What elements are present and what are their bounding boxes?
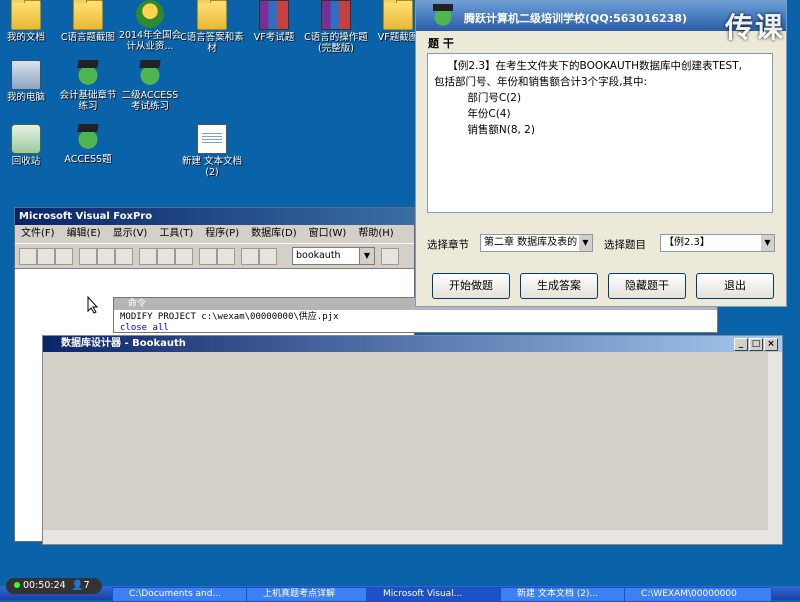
chapter-select[interactable]: 第二章 数据库及表的 ▼ [480,234,593,252]
vfp-title-bar[interactable]: Microsoft Visual FoxPro [15,208,414,225]
vertical-scrollbar[interactable] [768,352,782,544]
app-icon [74,60,102,88]
menu-file[interactable]: 文件(F) [15,225,61,243]
menu-database[interactable]: 数据库(D) [245,225,303,243]
app-icon [136,60,164,88]
paste-icon[interactable] [175,248,193,265]
database-combo[interactable]: bookauth ▼ [292,247,375,265]
desktop-icon-c-answers[interactable]: C语言答案和素材 [180,0,244,54]
chevron-down-icon[interactable]: ▼ [761,235,774,251]
topic-label: 选择题目 [604,239,646,251]
desktop-icon-my-computer[interactable]: 我的电脑 [0,60,58,103]
desktop-icon-vf-exam[interactable]: VF考试题 [242,0,306,43]
print-icon[interactable] [79,248,97,265]
menu-program[interactable]: 程序(P) [199,225,245,243]
menu-tools[interactable]: 工具(T) [153,225,199,243]
minimize-button[interactable]: _ [734,338,748,351]
watermark-logo: 传课 [725,11,786,44]
desktop-icon-c-operations[interactable]: C语言的操作题(完整版) [304,0,368,54]
folder-icon [383,0,413,30]
app-icon [136,0,164,28]
print-preview-icon[interactable] [97,248,115,265]
topic-select[interactable]: 【例2.3】 ▼ [660,234,775,252]
cut-icon[interactable] [139,248,157,265]
taskbar: C:\Documents and... 上机真题考点详解 Microsoft V… [0,586,800,602]
generate-answer-button[interactable]: 生成答案 [520,273,598,299]
command-window-icon[interactable] [381,248,399,265]
horizontal-scrollbar[interactable] [43,530,768,544]
computer-icon [11,60,41,90]
recording-dot-icon [14,582,20,588]
question-label: 题 干 [428,37,454,50]
recording-timer: 00:50:24 👤7 [6,578,102,594]
designer-title-bar[interactable]: 数据库设计器 - Bookauth _ □ × [43,336,782,352]
close-button[interactable]: × [764,338,778,351]
folder-icon [197,0,227,30]
desktop-icon-new-text-doc[interactable]: 新建 文本文档 (2) [180,124,244,178]
maximize-button[interactable]: □ [749,338,763,351]
redo-icon[interactable] [217,248,235,265]
menu-view[interactable]: 显示(V) [107,225,154,243]
start-button[interactable]: 开始做题 [432,273,510,299]
desktop-icon-c-screenshots[interactable]: C语言题截图 [56,0,120,43]
desktop-icon-access-questions[interactable]: ACCESS题 [56,124,120,165]
database-designer-window[interactable]: 数据库设计器 - Bookauth _ □ × [42,335,783,545]
command-line: close all [120,323,169,333]
copy-icon[interactable] [157,248,175,265]
mouse-cursor-icon [87,296,99,314]
open-folder-icon[interactable] [37,248,55,265]
menu-edit[interactable]: 编辑(E) [61,225,107,243]
winrar-icon [321,0,351,30]
menu-help[interactable]: 帮助(H) [352,225,399,243]
desktop-icon-access-practice[interactable]: 二级ACCESS考试练习 [118,60,182,112]
chapter-label: 选择章节 [427,239,469,251]
vfp-toolbar: bookauth ▼ [15,243,414,269]
recycle-bin-icon [11,124,41,154]
chevron-down-icon[interactable]: ▼ [359,248,374,264]
desktop-icon-accounting-practice[interactable]: 会计基础章节练习 [56,60,120,112]
desktop-icon-my-documents[interactable]: 我的文档 [0,0,58,43]
chevron-down-icon[interactable]: ▼ [579,235,592,251]
desktop-icon-accounting-2014[interactable]: 2014年全国会计从业资... [118,0,182,52]
spell-check-icon[interactable] [115,248,133,265]
notepad-icon [197,124,227,154]
question-text-box[interactable]: 【例2.3】在考生文件夹下的BOOKAUTH数据库中创建表TEST, 包括部门号… [427,53,773,213]
winrar-icon [259,0,289,30]
command-text[interactable]: MODIFY PROJECT c:\wexam\00000000\供应.pjx … [114,310,717,336]
viewer-icon: 👤 [68,580,84,591]
vfp-menu-bar: 文件(F) 编辑(E) 显示(V) 工具(T) 程序(P) 数据库(D) 窗口(… [15,225,414,243]
modify-form-icon[interactable] [259,248,277,265]
menu-window[interactable]: 窗口(W) [303,225,353,243]
folder-icon [73,0,103,30]
folder-icon [11,0,41,30]
save-icon[interactable] [55,248,73,265]
exam-dialog: 腾跃计算机二级培训学校(QQ:563016238) 题 干 【例2.3】在考生文… [415,0,787,307]
desktop-icon-recycle-bin[interactable]: 回收站 [0,124,58,167]
run-icon[interactable] [241,248,259,265]
new-file-icon[interactable] [19,248,37,265]
app-icon [74,124,102,152]
undo-icon[interactable] [199,248,217,265]
exit-button[interactable]: 退出 [696,273,774,299]
command-line: MODIFY PROJECT c:\wexam\00000000\供应.pjx [120,312,339,322]
hide-question-button[interactable]: 隐藏题干 [608,273,686,299]
school-logo-icon [430,4,456,28]
